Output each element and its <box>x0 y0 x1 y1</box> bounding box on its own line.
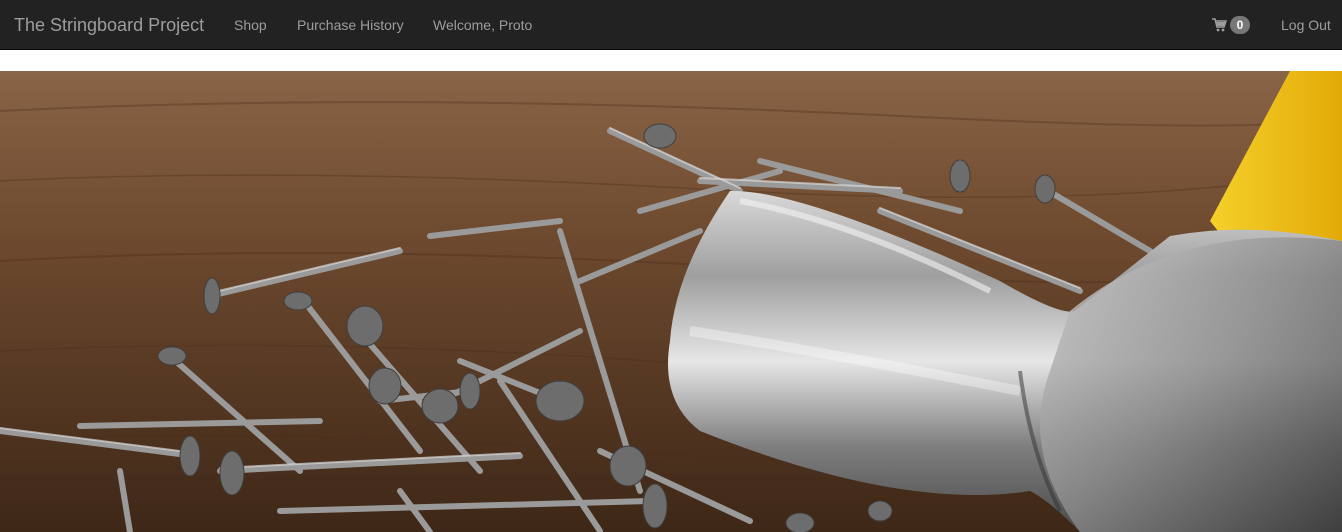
brand-link[interactable]: The Stringboard Project <box>14 0 204 50</box>
nav-welcome-link[interactable]: Welcome, Proto <box>433 0 532 50</box>
nav-shop-link[interactable]: Shop <box>234 0 267 50</box>
top-navbar: The Stringboard Project Shop Purchase Hi… <box>0 0 1342 50</box>
nav-purchase-history-link[interactable]: Purchase History <box>297 0 404 50</box>
logout-link[interactable]: Log Out <box>1281 0 1331 50</box>
hero-illustration <box>0 71 1342 532</box>
cart-count-badge: 0 <box>1230 16 1250 34</box>
cart-button[interactable]: 0 <box>1212 0 1250 50</box>
shopping-cart-icon <box>1212 18 1227 32</box>
hero-image <box>0 71 1342 532</box>
